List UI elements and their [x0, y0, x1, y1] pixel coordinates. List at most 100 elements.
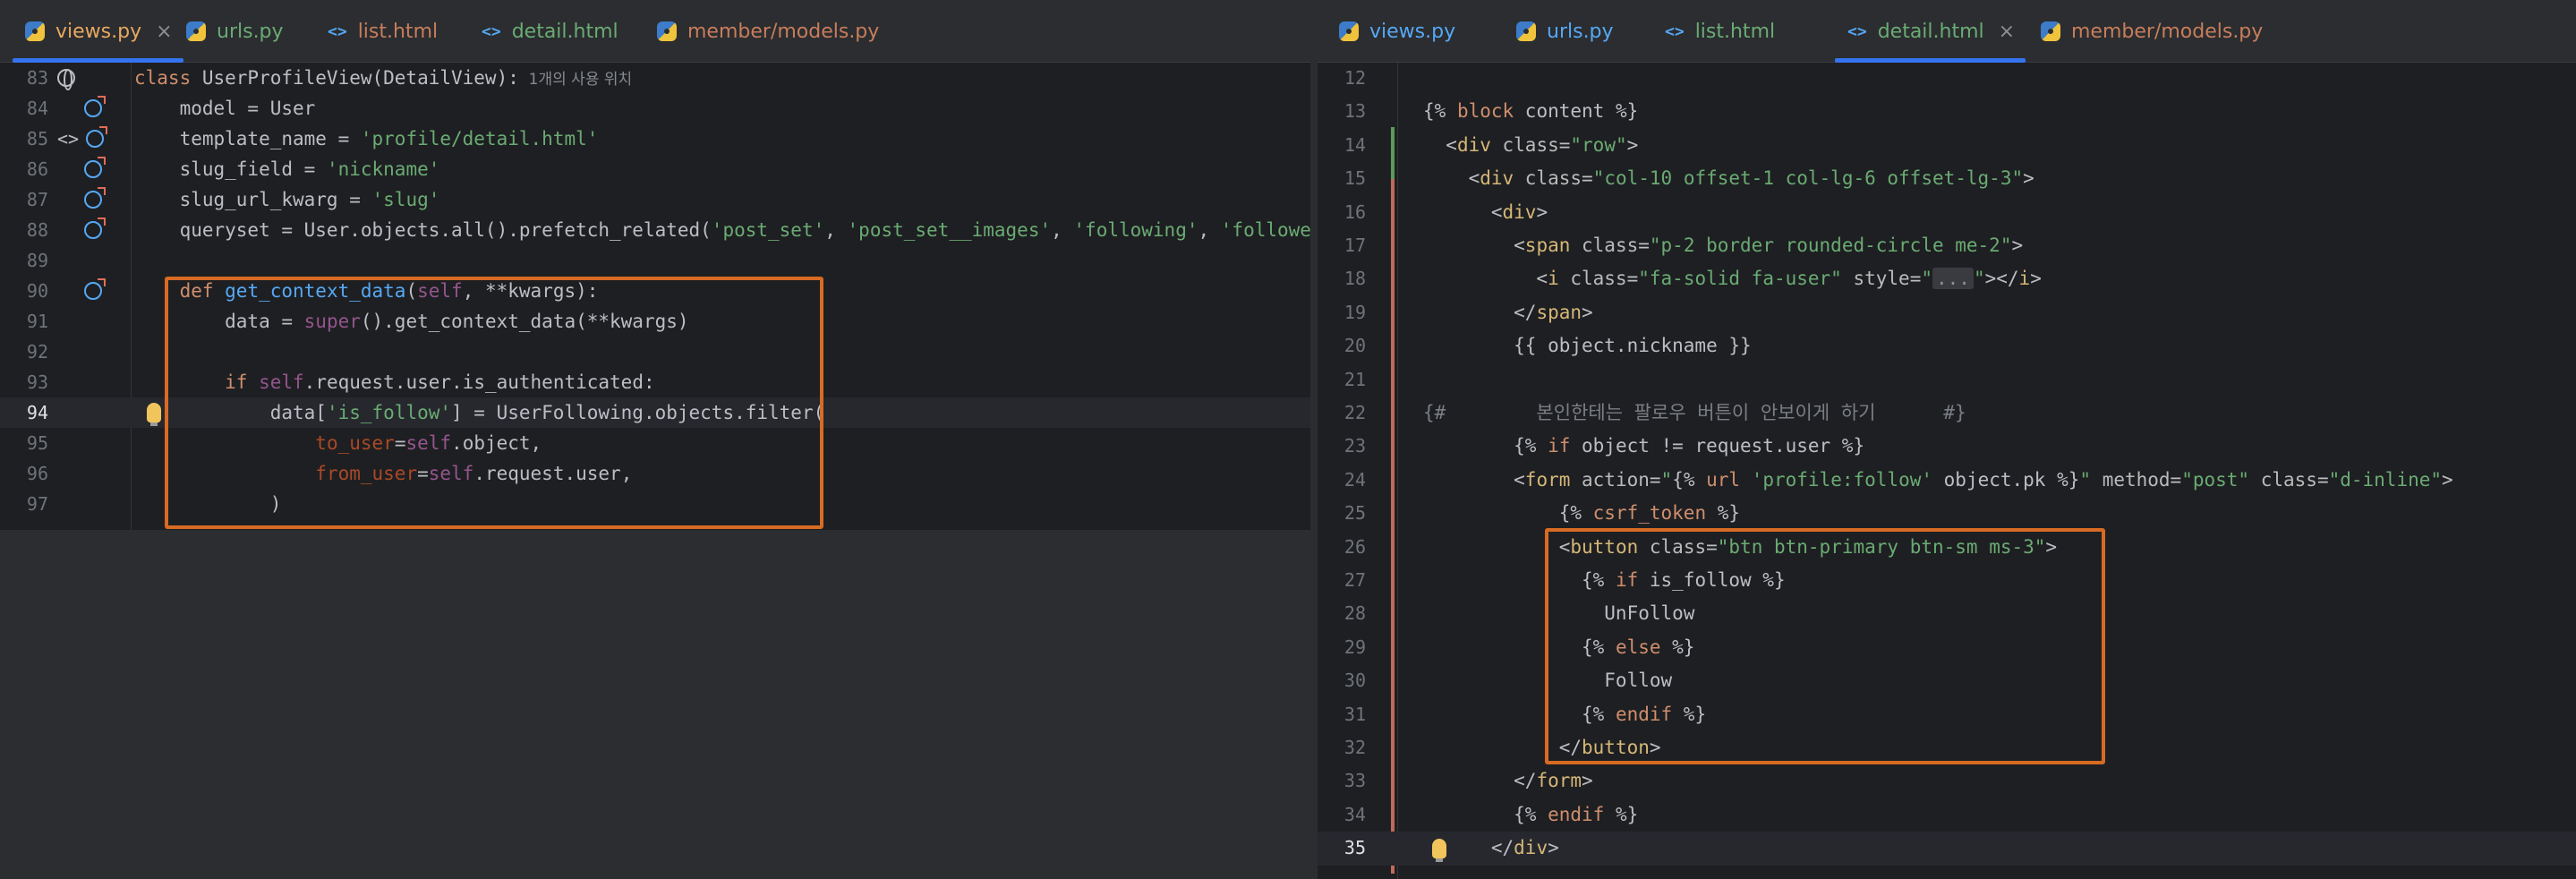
tab-list-html[interactable]: <> list.html [328, 0, 438, 63]
template-link-icon[interactable]: <> [57, 124, 79, 154]
line-number: 27 [1343, 569, 1366, 591]
close-icon[interactable]: × [156, 21, 172, 43]
python-file-icon [1339, 21, 1359, 41]
tab-member-models-py[interactable]: member/models.py [2041, 0, 2263, 63]
code-line[interactable]: 34 {% endif %} [1318, 798, 2576, 832]
code-line[interactable]: 14 <div class="row"> [1318, 129, 2576, 162]
code-text: </button> [1423, 737, 1661, 758]
code-line[interactable]: 33 </form> [1318, 764, 2576, 798]
code-line[interactable]: 17 <span class="p-2 border rounded-circl… [1318, 229, 2576, 262]
line-number: 22 [1343, 402, 1366, 423]
tab-label: list.html [357, 20, 439, 43]
code-line[interactable]: 87 slug_url_kwarg = 'slug' [0, 184, 1310, 215]
code-line[interactable]: 84 model = User [0, 93, 1310, 124]
code-text: {{ object.nickname }} [1423, 335, 1752, 357]
line-number: 31 [1343, 703, 1366, 725]
tab-detail-html[interactable]: <> detail.html [482, 0, 618, 63]
code-line[interactable]: 29 {% else %} [1318, 631, 2576, 664]
override-method-icon[interactable] [84, 218, 106, 239]
code-line[interactable]: 30 Follow [1318, 664, 2576, 697]
code-line[interactable]: 25 {% csrf_token %} [1318, 497, 2576, 530]
line-number: 30 [1343, 670, 1366, 692]
code-line[interactable]: 90 def get_context_data(self, **kwargs): [0, 276, 1310, 306]
code-line[interactable]: 95 to_user=self.object, [0, 428, 1310, 458]
line-number: 19 [1343, 301, 1366, 323]
line-number: 16 [1343, 201, 1366, 223]
code-line[interactable]: 32 </button> [1318, 731, 2576, 764]
code-line[interactable]: 83 class UserProfileView(DetailView): 1개의… [0, 63, 1310, 93]
code-line[interactable]: 89 [0, 245, 1310, 276]
code-line[interactable]: 86 slug_field = 'nickname' [0, 154, 1310, 184]
code-line[interactable]: 97 ) [0, 489, 1310, 519]
html-file-icon: <> [328, 21, 347, 41]
line-number: 25 [1343, 502, 1366, 525]
close-icon[interactable]: × [1999, 21, 2015, 43]
code-line[interactable]: 22 {# 본인한테는 팔로우 버튼이 안보이게 하기 #} [1318, 397, 2576, 430]
gutter-icons [84, 184, 106, 215]
code-line[interactable]: 18 <i class="fa-solid fa-user" style="..… [1318, 262, 2576, 295]
line-number: 91 [26, 311, 48, 332]
line-number: 33 [1343, 770, 1366, 792]
line-number: 95 [26, 432, 48, 454]
code-line[interactable]: 96 from_user=self.request.user, [0, 458, 1310, 489]
tab-urls-py[interactable]: urls.py [1516, 0, 1614, 63]
code-line[interactable]: 85 <> template_name = 'profile/detail.htm… [0, 124, 1310, 154]
code-text: queryset = User.objects.all().prefetch_r… [134, 219, 1310, 241]
split-divider[interactable] [1310, 0, 1318, 879]
left-tab-bar: views.py × urls.py <> list.html <> detail.html… [0, 0, 1310, 63]
code-text: {% endif %} [1423, 703, 1707, 725]
code-text: ) [134, 493, 282, 515]
tab-label: views.py [55, 20, 142, 43]
code-line[interactable]: 21 [1318, 363, 2576, 397]
tab-detail-html[interactable]: <> detail.html × [1834, 0, 2026, 63]
empty-editor-area [0, 530, 1310, 879]
tab-label: member/models.py [687, 20, 880, 43]
code-line[interactable]: 26 <button class="btn btn-primary btn-sm… [1318, 531, 2576, 564]
code-line[interactable]: 16 <div> [1318, 196, 2576, 229]
code-text: <div> [1423, 201, 1548, 223]
code-line[interactable]: 12 [1318, 62, 2576, 95]
code-text: <button class="btn btn-primary btn-sm ms… [1423, 535, 2058, 558]
override-method-icon[interactable] [84, 187, 106, 209]
code-line[interactable]: 19 </span> [1318, 296, 2576, 329]
tab-views-py[interactable]: views.py × [13, 0, 183, 63]
line-number: 84 [26, 98, 48, 119]
gutter-icons: <> [57, 124, 108, 154]
code-line[interactable]: 23 {% if object != request.user %} [1318, 430, 2576, 463]
gutter-icons [84, 215, 106, 245]
usage-hint[interactable]: 1개의 사용 위치 [519, 71, 632, 89]
line-number: 89 [26, 250, 48, 271]
code-line[interactable]: 94 data['is_follow'] = UserFollowing.obj… [0, 397, 1310, 428]
code-line[interactable]: 27 {% if is_follow %} [1318, 564, 2576, 597]
override-method-icon[interactable] [84, 278, 106, 300]
code-line[interactable]: 93 if self.request.user.is_authenticated… [0, 367, 1310, 397]
code-text: {% csrf_token %} [1423, 502, 1741, 525]
code-line[interactable]: 28 UnFollow [1318, 597, 2576, 630]
code-line[interactable]: 20 {{ object.nickname }} [1318, 329, 2576, 363]
tab-list-html[interactable]: <> list.html [1665, 0, 1775, 63]
code-text: UnFollow [1423, 602, 1695, 625]
code-text: from_user=self.request.user, [315, 463, 633, 484]
override-method-icon[interactable] [84, 157, 106, 178]
code-line[interactable]: 35 </div> [1318, 832, 2576, 866]
code-line[interactable]: 31 {% endif %} [1318, 698, 2576, 731]
code-line[interactable]: 91 data = super().get_context_data(**kwa… [0, 306, 1310, 337]
tab-urls-py[interactable]: urls.py [186, 0, 284, 63]
code-line[interactable]: 24 <form action="{% url 'profile:follow'… [1318, 464, 2576, 497]
code-text: {# 본인한테는 팔로우 버튼이 안보이게 하기 #} [1423, 402, 1966, 423]
line-number: 90 [26, 280, 48, 302]
code-line[interactable]: 88 queryset = User.objects.all().prefetc… [0, 215, 1310, 245]
code-line[interactable]: 15 <div class="col-10 offset-1 col-lg-6 … [1318, 162, 2576, 195]
code-text: data['is_follow'] = UserFollowing.object… [134, 402, 825, 423]
tab-views-py[interactable]: views.py [1339, 0, 1455, 63]
html-file-icon: <> [1847, 21, 1867, 41]
code-text: if self.request.user.is_authenticated: [225, 371, 655, 393]
override-method-icon[interactable] [84, 96, 106, 117]
line-number: 97 [26, 493, 48, 515]
globe-icon[interactable] [57, 69, 75, 90]
code-line[interactable]: 92 [0, 337, 1310, 367]
override-method-icon[interactable] [86, 126, 108, 148]
code-line[interactable]: 13 {% block content %} [1318, 95, 2576, 128]
tab-member-models-py[interactable]: member/models.py [657, 0, 879, 63]
line-number: 23 [1343, 435, 1366, 457]
